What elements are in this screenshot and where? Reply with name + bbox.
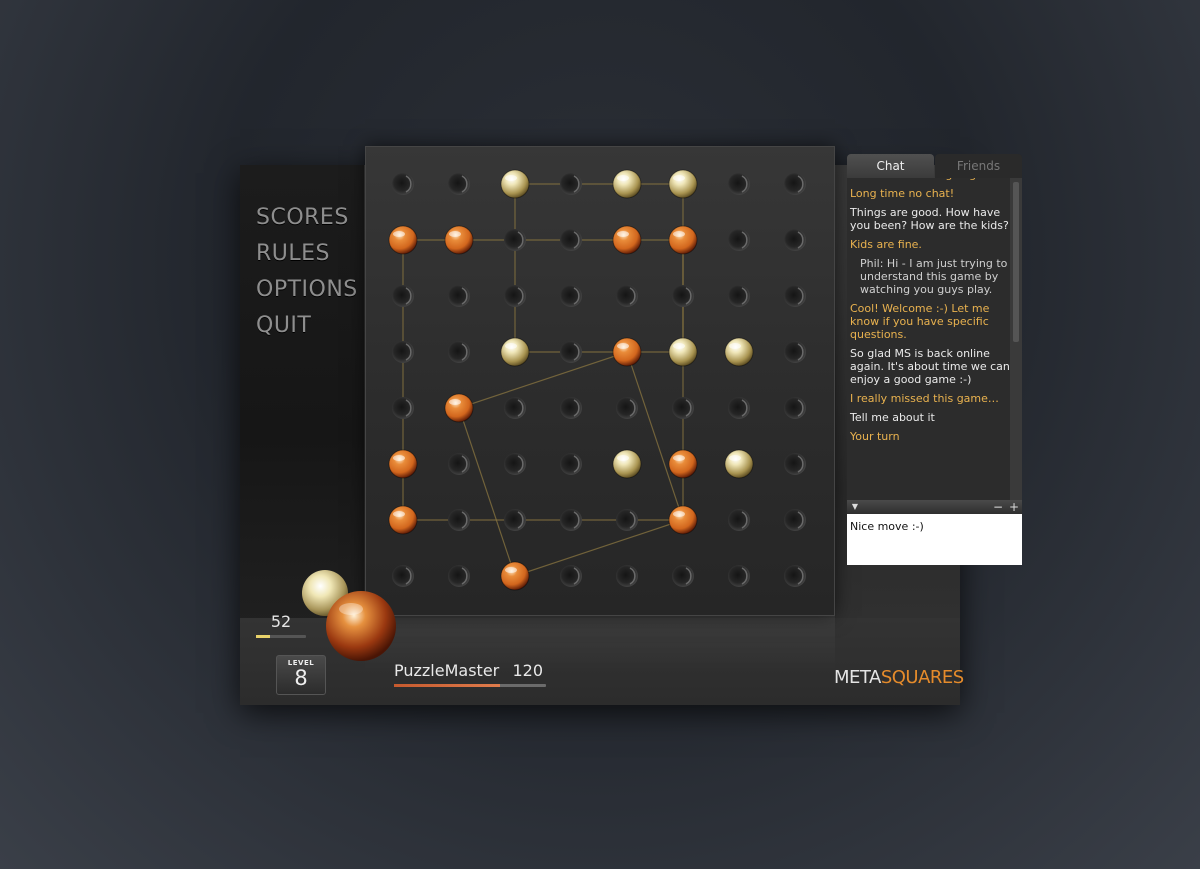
chat-input[interactable]: Nice move :-) (847, 514, 1022, 565)
level-badge: LEVEL 8 (276, 655, 326, 695)
main-menu: SCORES RULES OPTIONS QUIT (256, 200, 358, 344)
orange-marble[interactable] (444, 225, 474, 255)
orange-marble[interactable] (388, 505, 418, 535)
orange-marble[interactable] (444, 393, 474, 423)
white-marble[interactable] (724, 337, 754, 367)
white-marble[interactable] (612, 449, 642, 479)
orange-marble[interactable] (612, 225, 642, 255)
opponent-score-bar (256, 635, 306, 638)
chat-controls: ▼ − + (847, 500, 1022, 514)
chat-message: Things are good. How have you been? How … (850, 206, 1009, 232)
collapse-button[interactable]: ▼ (848, 500, 862, 514)
menu-options[interactable]: OPTIONS (256, 272, 358, 308)
chat-scroll-thumb[interactable] (1013, 182, 1019, 342)
chat-message: Your turn (850, 430, 900, 443)
white-marble[interactable] (500, 337, 530, 367)
player-score: PuzzleMaster 120 (394, 661, 546, 687)
chat-message: So glad MS is back online again. It's ab… (850, 347, 1010, 386)
logo-squares: SQUARES (880, 667, 964, 688)
menu-rules[interactable]: RULES (256, 236, 358, 272)
opponent-score: 52 (256, 612, 306, 638)
orange-marble[interactable] (612, 337, 642, 367)
message-list: Hi dude how is it going. Long time no cha… (850, 178, 1010, 449)
tab-chat[interactable]: Chat (847, 154, 934, 178)
chat-message: Cool! Welcome :-) Let me know if you hav… (850, 302, 990, 341)
chat-message: Phil: Hi - I am just trying to understan… (860, 257, 1008, 296)
orange-marble[interactable] (388, 225, 418, 255)
chat-panel: Chat Friends Hi dude how is it going. Lon… (847, 154, 1022, 565)
menu-quit[interactable]: QUIT (256, 308, 358, 344)
marble-highlight (339, 603, 363, 615)
opponent-score-value: 52 (270, 612, 292, 631)
game-screen: SCORES RULES OPTIONS QUIT 52 LEVEL 8 Puz… (0, 0, 1200, 869)
white-marble[interactable] (668, 169, 698, 199)
white-marble[interactable] (668, 337, 698, 367)
font-larger-button[interactable]: + (1007, 500, 1021, 514)
opponent-score-fill (256, 635, 270, 638)
orange-turn-marble (326, 591, 396, 661)
chat-input-text: Nice move :-) (850, 520, 924, 533)
menu-scores[interactable]: SCORES (256, 200, 358, 236)
orange-marble[interactable] (668, 225, 698, 255)
chat-message: I really missed this game… (850, 392, 999, 405)
logo-meta: META (834, 667, 881, 688)
player-score-fill (394, 684, 501, 687)
tab-friends[interactable]: Friends (935, 154, 1022, 178)
orange-marble[interactable] (500, 561, 530, 591)
chat-tabs: Chat Friends (847, 154, 1022, 178)
orange-marble[interactable] (668, 505, 698, 535)
orange-marble[interactable] (388, 449, 418, 479)
white-marble[interactable] (500, 169, 530, 199)
level-value: 8 (294, 666, 308, 690)
white-marble[interactable] (724, 449, 754, 479)
chat-messages: Hi dude how is it going. Long time no cha… (847, 178, 1010, 500)
chat-message: Hi dude how is it going. (850, 178, 1010, 181)
font-smaller-button[interactable]: − (991, 500, 1005, 514)
board-grid[interactable] (365, 146, 835, 616)
white-marble[interactable] (612, 169, 642, 199)
player-name: PuzzleMaster (394, 661, 500, 680)
chat-message: Long time no chat! (850, 187, 955, 200)
player-score-bar (394, 684, 546, 687)
chat-message: Tell me about it (850, 411, 935, 424)
chat-scrollbar[interactable] (1010, 178, 1022, 502)
orange-marble[interactable] (668, 449, 698, 479)
chat-message: Kids are fine. (850, 238, 922, 251)
metasquares-logo: METASQUARES (834, 667, 964, 688)
square-outline (514, 183, 684, 353)
player-score-value: 120 (512, 661, 543, 680)
